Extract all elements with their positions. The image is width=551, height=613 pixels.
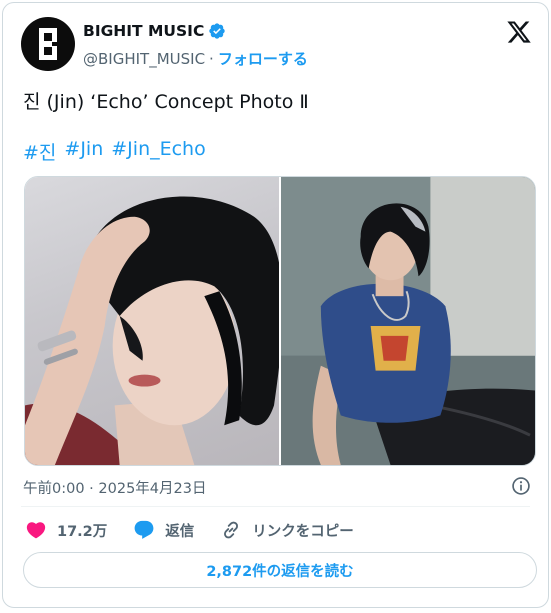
follow-link[interactable]: フォローする [218,48,308,69]
media-grid [24,176,536,466]
tweet-timestamp[interactable]: 午前0:00 · 2025年4月23日 [23,477,206,498]
copy-link-button[interactable]: リンクをコピー [220,519,354,541]
x-logo-icon[interactable] [506,19,532,45]
display-name[interactable]: BIGHIT MUSIC [83,22,204,40]
hashtag-link[interactable]: #Jin_Echo [111,138,205,165]
like-count: 17.2万 [57,523,108,540]
hashtag-link[interactable]: #진 [23,138,56,165]
separator: · [209,49,214,68]
action-bar: 17.2万 返信 リンクをコピー [25,519,380,541]
handle[interactable]: @BIGHIT_MUSIC [83,50,205,68]
photo-2-illustration [281,177,535,465]
like-button[interactable]: 17.2万 [25,519,107,541]
photo-1-illustration [25,196,279,465]
heart-icon [26,522,46,539]
copy-link-label: リンクをコピー [252,523,354,540]
verified-badge-icon [208,22,226,40]
embedded-tweet-card: BIGHIT MUSIC @BIGHIT_MUSIC · フォローする 진 (J… [2,2,549,608]
concept-photo-2[interactable] [281,177,535,465]
reply-label: 返信 [165,523,195,540]
reply-icon [134,520,154,539]
link-icon [224,521,239,539]
read-replies-button[interactable]: 2,872件の返信を読む [23,552,537,588]
account-name-row: BIGHIT MUSIC [83,22,226,40]
hashtag-row: #진 #Jin #Jin_Echo [23,138,206,165]
hashtag-link[interactable]: #Jin [64,138,103,165]
avatar[interactable] [21,17,75,71]
info-icon[interactable] [511,476,531,496]
bighit-logo-icon [39,28,57,60]
reply-button[interactable]: 返信 [133,519,194,541]
tweet-text: 진 (Jin) ‘Echo’ Concept Photo Ⅱ [23,91,309,113]
handle-row: @BIGHIT_MUSIC · フォローする [83,48,308,69]
concept-photo-1[interactable] [25,177,279,465]
divider [21,506,530,507]
